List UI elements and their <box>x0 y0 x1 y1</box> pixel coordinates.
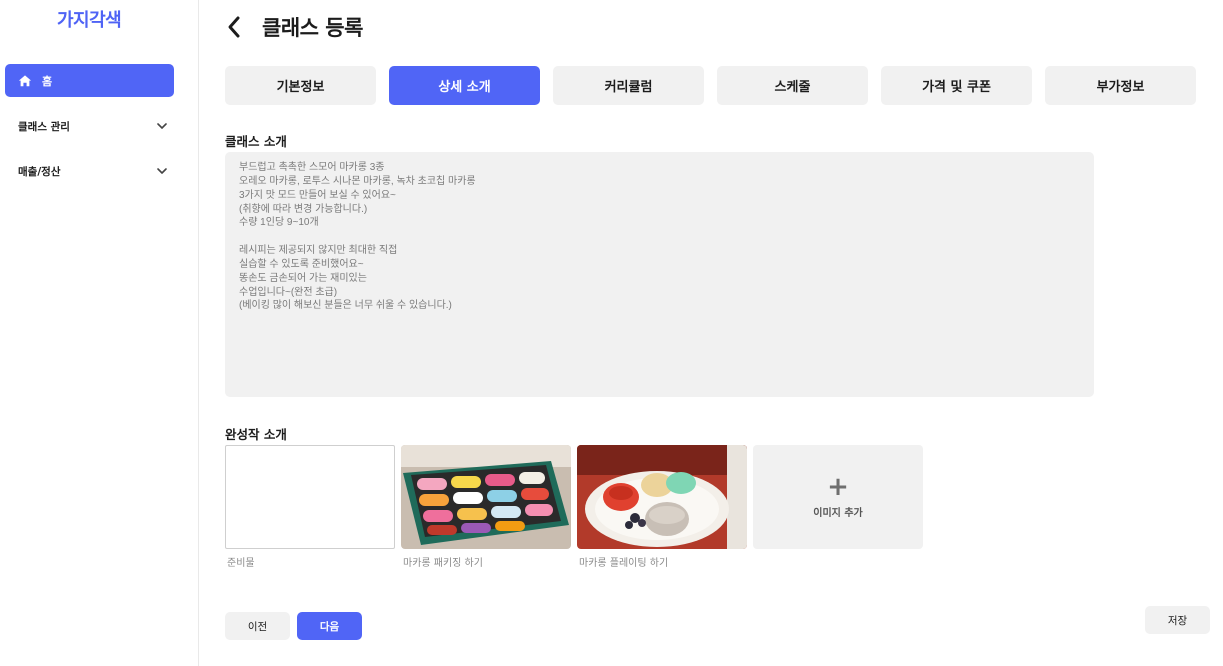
plus-icon: + <box>827 471 849 502</box>
sidebar-item-home[interactable]: 홈 <box>5 64 174 97</box>
prev-button[interactable]: 이전 <box>225 612 290 640</box>
gallery-title: 완성작 소개 <box>225 427 287 442</box>
class-description-title: 클래스 소개 <box>225 134 287 149</box>
gallery-item[interactable]: 마카롱 플레이팅 하기 <box>577 445 747 569</box>
tab-detail-intro[interactable]: 상세 소개 <box>389 66 540 105</box>
sidebar-item-label: 홈 <box>42 74 53 88</box>
sidebar-item-label: 매출/정산 <box>18 165 61 178</box>
tab-schedule[interactable]: 스케줄 <box>717 66 868 105</box>
gallery-item[interactable]: 마카롱 패키징 하기 <box>401 445 571 569</box>
chevron-down-icon[interactable] <box>156 120 168 132</box>
macaron-box-photo[interactable] <box>401 445 571 549</box>
sidebar-item-label: 클래스 관리 <box>18 120 70 133</box>
add-image-label: 이미지 추가 <box>813 507 863 519</box>
sidebar: 가지각색 홈 클래스 관리 매출/정산 <box>0 0 199 666</box>
add-image-item[interactable]: + 이미지 추가 <box>753 445 923 569</box>
gallery-caption: 준비물 <box>227 558 255 569</box>
add-image-button[interactable]: + 이미지 추가 <box>753 445 923 549</box>
chevron-down-icon[interactable] <box>156 165 168 177</box>
sidebar-item-sales-settlement[interactable]: 매출/정산 <box>18 161 168 181</box>
brand-logo[interactable]: 가지각색 <box>57 6 122 32</box>
gallery-item[interactable]: 준비물 <box>225 445 395 569</box>
chevron-left-icon[interactable] <box>226 12 246 42</box>
tab-additional-info[interactable]: 부가정보 <box>1045 66 1196 105</box>
gallery-caption: 마카롱 패키징 하기 <box>403 558 483 569</box>
tab-basic-info[interactable]: 기본정보 <box>225 66 376 105</box>
tab-price-coupon[interactable]: 가격 및 쿠폰 <box>881 66 1032 105</box>
tab-curriculum[interactable]: 커리큘럼 <box>553 66 704 105</box>
home-icon <box>18 74 32 88</box>
next-button[interactable]: 다음 <box>297 612 362 640</box>
save-button[interactable]: 저장 <box>1145 606 1210 634</box>
step-tabs: 기본정보 상세 소개 커리큘럼 스케줄 가격 및 쿠폰 부가정보 <box>225 66 1196 105</box>
page-title: 클래스 등록 <box>262 16 363 40</box>
gallery-caption: 마카롱 플레이팅 하기 <box>579 558 669 569</box>
sidebar-item-class-management[interactable]: 클래스 관리 <box>18 116 168 136</box>
page-header: 클래스 등록 <box>226 10 363 44</box>
macaron-plating-photo[interactable] <box>577 445 747 549</box>
gallery-image-empty[interactable] <box>225 445 395 549</box>
gallery: 준비물 마카롱 패키징 하기 마카롱 플레이팅 하기 + 이미지 추가 <box>225 445 923 569</box>
class-description-textarea[interactable]: 부드럽고 촉촉한 스모어 마카롱 3종 오레오 마카롱, 로투스 시나몬 마카롱… <box>225 152 1094 397</box>
